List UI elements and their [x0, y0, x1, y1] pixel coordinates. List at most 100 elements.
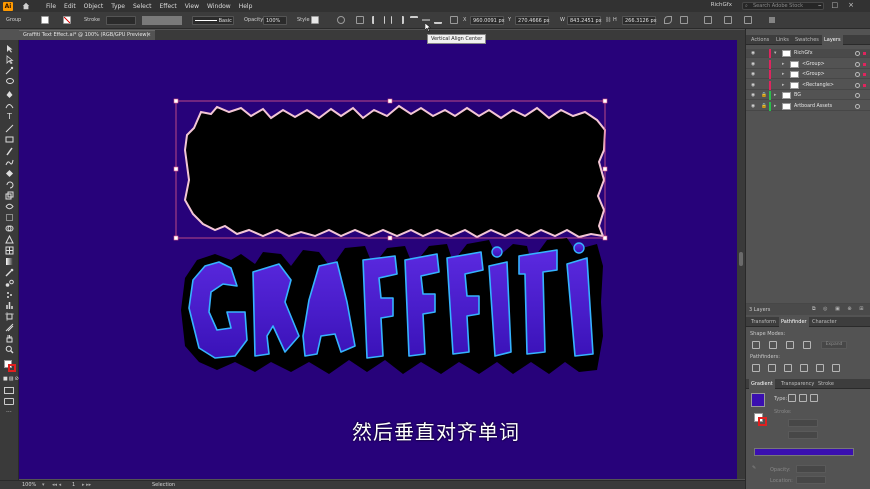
rectangle-tool-icon[interactable] — [5, 135, 14, 144]
artboard-tool-icon[interactable] — [5, 312, 14, 321]
lock-icon[interactable]: 🔒 — [761, 102, 767, 111]
variable-width-profile[interactable] — [142, 16, 182, 25]
menu-object[interactable]: Object — [80, 3, 108, 10]
reference-point-icon[interactable] — [450, 16, 458, 24]
home-icon[interactable] — [22, 2, 30, 10]
layer-name[interactable]: <Group> — [802, 60, 825, 69]
column-graph-tool-icon[interactable] — [5, 301, 14, 310]
menu-select[interactable]: Select — [129, 3, 156, 10]
merge-icon[interactable] — [784, 364, 792, 372]
tab-links[interactable]: Links — [774, 35, 791, 45]
shape-builder-tool-icon[interactable] — [5, 224, 14, 233]
stroke-color-swatch[interactable] — [8, 364, 16, 372]
drawing-mode-icon[interactable] — [4, 387, 14, 394]
visibility-eye-icon[interactable]: ◉ — [751, 91, 755, 100]
shaper-tool-icon[interactable] — [5, 158, 14, 167]
radial-gradient-icon[interactable] — [799, 394, 807, 402]
layer-name[interactable]: <Rectangle> — [802, 81, 834, 90]
target-icon[interactable] — [855, 51, 860, 56]
layer-name[interactable]: <Group> — [802, 70, 825, 79]
vertical-align-bottom-icon[interactable] — [434, 16, 442, 24]
tab-actions[interactable]: Actions — [749, 35, 771, 45]
zoom-tool-icon[interactable] — [5, 345, 14, 354]
layer-row[interactable]: ◉ ▸ <Group> — [746, 70, 870, 79]
trim-icon[interactable] — [768, 364, 776, 372]
crop-icon[interactable] — [800, 364, 808, 372]
vertical-scrollbar[interactable] — [737, 40, 745, 479]
width-tool-icon[interactable] — [5, 202, 14, 211]
close-tab-icon[interactable]: × — [147, 31, 151, 40]
intersect-icon[interactable] — [786, 341, 794, 349]
layer-name[interactable]: Artboard Assets — [794, 102, 832, 111]
expand-button[interactable]: Expand — [821, 341, 847, 349]
transform-icon[interactable] — [664, 16, 672, 24]
direct-selection-tool-icon[interactable] — [5, 55, 14, 64]
y-field[interactable]: 270.4666 px — [515, 16, 550, 25]
menu-edit[interactable]: Edit — [60, 3, 80, 10]
gradient-angle-field[interactable] — [788, 419, 818, 427]
w-field[interactable]: 843.2451 px — [567, 16, 602, 25]
free-transform-tool-icon[interactable] — [5, 213, 14, 222]
tab-transform[interactable]: Transform — [749, 317, 778, 327]
gradient-location-field[interactable] — [796, 476, 826, 484]
lasso-tool-icon[interactable] — [5, 77, 14, 86]
layers-footer-buttons[interactable]: ⧉ ◎ ▣ ⊕ ⊞ 🗑 — [812, 306, 870, 312]
h-field[interactable]: 266.3126 px — [622, 16, 657, 25]
selected-graffiti-silhouette[interactable] — [183, 104, 607, 239]
expand-arrow-right-icon[interactable]: ▸ — [774, 91, 776, 100]
constrain-proportions-icon[interactable]: ⛓ — [605, 16, 611, 25]
eyedropper-tool-icon[interactable] — [5, 268, 14, 277]
layer-row[interactable]: ◉ ▸ <Rectangle> — [746, 80, 870, 90]
slice-tool-icon[interactable] — [5, 323, 14, 332]
eyedropper-icon[interactable]: ✎ — [752, 465, 756, 471]
gradient-tool-icon[interactable] — [5, 257, 14, 266]
expand-arrow-right-icon[interactable]: ▸ — [782, 81, 784, 90]
color-mode-buttons[interactable]: ■▨⊘ — [3, 376, 20, 382]
lock-icon[interactable]: 🔒 — [761, 91, 767, 100]
horizontal-align-right-icon[interactable] — [396, 16, 404, 24]
puppet-warp-icon[interactable] — [724, 16, 732, 24]
scrollbar-thumb[interactable] — [739, 252, 743, 266]
visibility-eye-icon[interactable]: ◉ — [751, 81, 755, 90]
target-icon[interactable] — [855, 82, 860, 88]
brush-definition-select[interactable]: Basic — [192, 16, 234, 25]
gradient-preview-swatch[interactable] — [751, 393, 765, 407]
menu-window[interactable]: Window — [203, 3, 235, 10]
arrange-documents-icon[interactable] — [744, 16, 752, 24]
hand-tool-icon[interactable] — [5, 334, 14, 343]
curvature-tool-icon[interactable] — [5, 101, 14, 110]
tab-gradient[interactable]: Gradient — [749, 379, 775, 389]
expand-arrow-right-icon[interactable]: ▸ — [782, 70, 784, 79]
scale-tool-icon[interactable] — [5, 191, 14, 200]
menu-view[interactable]: View — [181, 3, 203, 10]
expand-arrow-right-icon[interactable]: ▸ — [774, 102, 776, 111]
symbol-sprayer-tool-icon[interactable] — [5, 290, 14, 299]
target-icon[interactable] — [855, 93, 860, 98]
menu-type[interactable]: Type — [107, 3, 129, 10]
menu-file[interactable]: File — [42, 3, 60, 10]
search-stock-input[interactable]: ⌕ Search Adobe Stock — [742, 2, 824, 10]
tab-layers[interactable]: Layers — [822, 35, 843, 45]
layer-row[interactable]: ◉ ▾ RichGfx — [746, 49, 870, 58]
eraser-tool-icon[interactable] — [5, 169, 14, 178]
linear-gradient-icon[interactable] — [788, 394, 796, 402]
visibility-eye-icon[interactable]: ◉ — [751, 49, 755, 58]
zoom-level[interactable]: 100% — [22, 482, 36, 488]
divide-icon[interactable] — [752, 364, 760, 372]
unite-icon[interactable] — [752, 341, 760, 349]
align-to-icon[interactable] — [356, 16, 364, 24]
target-icon[interactable] — [855, 72, 860, 77]
paintbrush-tool-icon[interactable] — [5, 147, 14, 156]
next-artboard-icon[interactable]: ▸ ▸▸ — [82, 482, 91, 488]
layer-name[interactable]: RichGfx — [794, 49, 813, 58]
horizontal-align-center-icon[interactable] — [384, 16, 392, 24]
graphic-style-swatch[interactable] — [311, 16, 319, 24]
tab-pathfinder[interactable]: Pathfinder — [779, 317, 809, 327]
tab-stroke[interactable]: Stroke — [816, 379, 836, 389]
gradient-slider-track[interactable] — [754, 448, 854, 456]
stroke-weight-field[interactable] — [106, 16, 136, 25]
minus-front-icon[interactable] — [769, 341, 777, 349]
recolor-icon[interactable] — [337, 16, 345, 24]
artboard-number[interactable]: 1 — [72, 482, 75, 488]
layer-row[interactable]: ◉ 🔒 ▸ BG — [746, 91, 870, 100]
